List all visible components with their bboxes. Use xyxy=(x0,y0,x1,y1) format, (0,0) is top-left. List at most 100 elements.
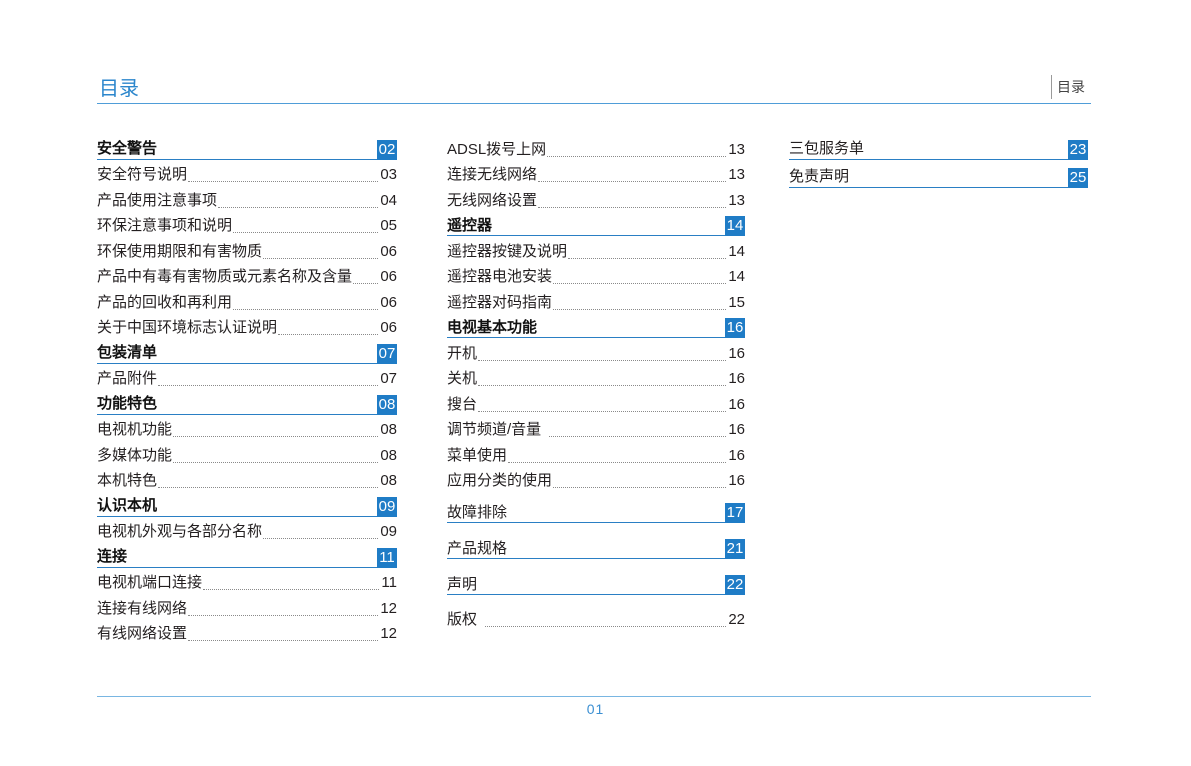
toc-entry-title: 遥控器按键及说明 xyxy=(447,242,568,260)
toc-entry-page: 08 xyxy=(380,421,397,439)
dot-leader xyxy=(353,283,379,284)
toc-section-page-badge: 07 xyxy=(377,343,397,364)
dot-leader xyxy=(485,626,727,627)
toc-entry-title: 电视机外观与各部分名称 xyxy=(97,523,263,541)
toc-entry: 菜单使用 16 xyxy=(447,443,745,469)
dot-leader xyxy=(233,232,379,233)
toc-entry-page: 06 xyxy=(380,242,397,260)
dot-leader xyxy=(263,257,379,259)
toc-section-page-badge: 16 xyxy=(725,318,745,339)
toc-section-title: 包装清单 xyxy=(97,344,158,362)
dot-leader xyxy=(547,155,727,157)
toc-entry-page: 07 xyxy=(380,370,397,388)
toc-section: 免责声明 25 xyxy=(789,163,1088,191)
toc-entry: 调节频道/音量 16 xyxy=(447,418,745,444)
toc-entry: 产品使用注意事项 04 xyxy=(97,188,397,214)
toc-section: 连接 11 xyxy=(97,545,397,571)
toc-entry: 连接有线网络 12 xyxy=(97,596,397,622)
toc-entry: 遥控器对码指南 15 xyxy=(447,290,745,316)
dot-leader xyxy=(478,385,727,386)
toc-section-title: 遥控器 xyxy=(447,216,493,234)
toc-entry-title: 电视机功能 xyxy=(97,421,173,439)
dot-leader xyxy=(218,206,379,208)
dot-leader xyxy=(158,385,379,386)
toc-entry: 连接无线网络 13 xyxy=(447,163,745,189)
dot-leader xyxy=(263,538,379,539)
toc-section-title: 故障排除 xyxy=(447,503,508,521)
toc-section-title: 免责声明 xyxy=(789,168,850,186)
dot-leader xyxy=(278,334,379,335)
toc-section-title: 功能特色 xyxy=(97,395,158,413)
toc-entry-page: 15 xyxy=(728,293,745,311)
toc-entry-page: 04 xyxy=(380,191,397,209)
toc-section: 产品规格 21 xyxy=(447,526,745,562)
toc-entry: 关机 16 xyxy=(447,367,745,393)
toc-entry-title: 连接有线网络 xyxy=(97,599,188,617)
toc-entry-page: 13 xyxy=(728,166,745,184)
toc-column-3: 三包服务单 23 免责声明 25 xyxy=(789,137,1088,191)
toc-entry: 版权 22 xyxy=(447,598,745,633)
toc-entry-page: 06 xyxy=(380,293,397,311)
toc-entry: 环保注意事项和说明 05 xyxy=(97,214,397,240)
toc-entry-title: 调节频道/音量 xyxy=(447,421,542,439)
toc-section-page-badge: 14 xyxy=(725,216,745,237)
toc-entry-page: 12 xyxy=(380,599,397,617)
toc-entry: 多媒体功能 08 xyxy=(97,443,397,469)
dot-leader xyxy=(173,436,379,437)
toc-section-page-badge: 21 xyxy=(725,539,745,560)
dot-leader xyxy=(173,461,379,463)
toc-section-title: 安全警告 xyxy=(97,140,158,158)
toc-column-1: 安全警告 02 安全符号说明 03 产品使用注意事项 04 环保注意事项和说明 … xyxy=(97,137,397,647)
toc-entry: 无线网络设置 13 xyxy=(447,188,745,214)
toc-entry-title: 遥控器对码指南 xyxy=(447,293,553,311)
dot-leader xyxy=(568,257,727,259)
toc-entry-page: 16 xyxy=(728,344,745,362)
section-underline: 免责声明 xyxy=(789,168,1068,188)
toc-section: 认识本机 09 xyxy=(97,494,397,520)
dot-leader xyxy=(553,283,727,284)
toc-entry: 产品中有毒有害物质或元素名称及含量 06 xyxy=(97,265,397,291)
toc-entry-page: 13 xyxy=(728,140,745,158)
toc-entry-title: 环保使用期限和有害物质 xyxy=(97,242,263,260)
dot-leader xyxy=(188,640,379,641)
toc-entry-page: 11 xyxy=(381,574,397,592)
toc-section-title: 连接 xyxy=(97,548,128,566)
toc-entry-title: 无线网络设置 xyxy=(447,191,538,209)
toc-entry-title: 安全符号说明 xyxy=(97,166,188,184)
toc-section: 安全警告 02 xyxy=(97,137,397,163)
header-tab-separator xyxy=(1051,75,1052,99)
toc-entry: 环保使用期限和有害物质 06 xyxy=(97,239,397,265)
dot-leader xyxy=(203,589,380,590)
section-underline: 故障排除 xyxy=(447,503,725,524)
dot-leader xyxy=(478,410,727,412)
toc-section-title: 电视基本功能 xyxy=(447,318,538,336)
section-underline: 遥控器 xyxy=(447,216,725,237)
toc-entry: 本机特色 08 xyxy=(97,469,397,495)
header-tab-label: 目录 xyxy=(1057,79,1085,95)
toc-entry-title: ADSL拨号上网 xyxy=(447,140,547,158)
toc-entry: 搜台 16 xyxy=(447,392,745,418)
toc-entry-title: 产品使用注意事项 xyxy=(97,191,218,209)
toc-entry-page: 22 xyxy=(728,611,745,629)
toc-section-page-badge: 02 xyxy=(377,139,397,160)
toc-entry: 开机 16 xyxy=(447,341,745,367)
toc-entry-title: 开机 xyxy=(447,344,478,362)
toc-section: 电视基本功能 16 xyxy=(447,316,745,342)
toc-entry: 安全符号说明 03 xyxy=(97,163,397,189)
section-underline: 认识本机 xyxy=(97,497,377,517)
toc-entry-title: 应用分类的使用 xyxy=(447,472,553,490)
toc-section-page-badge: 22 xyxy=(725,575,745,596)
toc-entry-title: 产品的回收和再利用 xyxy=(97,293,233,311)
toc-entry-title: 有线网络设置 xyxy=(97,625,188,643)
toc-entry-page: 14 xyxy=(728,242,745,260)
toc-section: 故障排除 17 xyxy=(447,494,745,526)
toc-entry-page: 16 xyxy=(728,446,745,464)
section-underline: 声明 xyxy=(447,575,725,596)
toc-entry-page: 14 xyxy=(728,268,745,286)
toc-entry-page: 08 xyxy=(380,446,397,464)
toc-entry-page: 09 xyxy=(380,523,397,541)
toc-section-title: 声明 xyxy=(447,575,478,593)
toc-section-page-badge: 25 xyxy=(1068,167,1088,188)
dot-leader xyxy=(549,436,727,437)
section-underline: 包装清单 xyxy=(97,344,377,364)
